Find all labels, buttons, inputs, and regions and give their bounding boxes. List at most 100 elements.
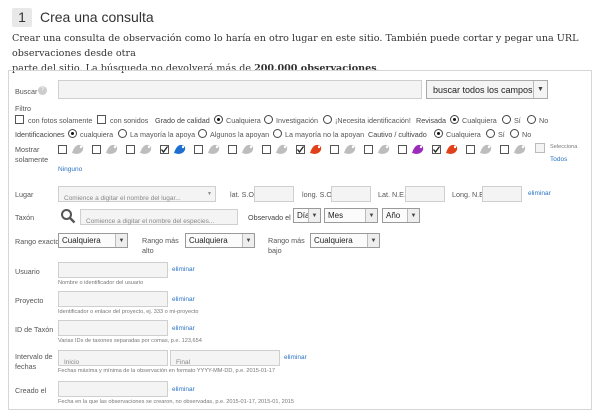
- taxon-checkbox[interactable]: [126, 145, 135, 154]
- chromista-icon[interactable]: [410, 142, 426, 156]
- long-sw-input[interactable]: [331, 186, 371, 202]
- taxon-checkbox[interactable]: [160, 145, 169, 154]
- date-start-input[interactable]: Inicio: [58, 350, 168, 366]
- bird-icon[interactable]: [138, 142, 154, 156]
- ident-most-agree-radio[interactable]: [118, 129, 127, 138]
- plant-icon[interactable]: [70, 142, 86, 156]
- reviewed-no-label: No: [539, 116, 549, 125]
- created-remove-link[interactable]: eliminar: [172, 386, 195, 393]
- fish-icon[interactable]: [308, 142, 324, 156]
- taxon-checkbox[interactable]: [194, 145, 203, 154]
- lat-ne-input[interactable]: [405, 186, 445, 202]
- ident-most-disagree-label: La mayoría no la apoyan: [285, 130, 365, 139]
- project-hint: Identificador o enlace del proyecto, ej.…: [58, 309, 199, 315]
- taxon-checkbox[interactable]: [466, 145, 475, 154]
- sounds-label: con sonidos: [110, 116, 149, 125]
- intro-line-1: Crear una consulta de observación como l…: [12, 33, 579, 59]
- lat-sw-input[interactable]: [254, 186, 294, 202]
- arachnid-icon[interactable]: [274, 142, 290, 156]
- ident-most-agree-label: La mayoría la apoya: [130, 130, 196, 139]
- amphibian-icon[interactable]: [172, 142, 188, 156]
- date-end-placeholder: Final: [176, 359, 191, 366]
- taxon-checkbox[interactable]: [398, 145, 407, 154]
- search-icon: [61, 209, 76, 224]
- day-select[interactable]: Día ▼: [293, 208, 321, 223]
- show-only-label-1: Mostrar: [15, 145, 40, 154]
- taxon-checkbox[interactable]: [58, 145, 67, 154]
- taxon-checkbox[interactable]: [228, 145, 237, 154]
- captive-yes-radio[interactable]: [486, 129, 495, 138]
- rank-exact-select[interactable]: Cualquiera ▼: [58, 233, 128, 248]
- reviewed-any-label: Cualquiera: [462, 116, 497, 125]
- place-label: Lugar: [15, 190, 34, 199]
- insect-icon[interactable]: [104, 142, 120, 156]
- year-select[interactable]: Año ▼: [382, 208, 420, 223]
- step-number: 1: [12, 8, 32, 27]
- ident-some-agree-radio[interactable]: [198, 129, 207, 138]
- quality-any-radio[interactable]: [214, 115, 223, 124]
- select-all-link[interactable]: Todos: [550, 156, 567, 163]
- user-input[interactable]: [58, 262, 168, 278]
- long-ne-label: Long. N.E.: [452, 190, 486, 199]
- project-remove-link[interactable]: eliminar: [172, 296, 195, 303]
- taxon-checkbox[interactable]: [364, 145, 373, 154]
- reviewed-yes-radio[interactable]: [502, 115, 511, 124]
- project-input[interactable]: [58, 291, 168, 307]
- captive-no-radio[interactable]: [510, 129, 519, 138]
- unknown-icon[interactable]: [512, 142, 528, 156]
- reviewed-no-radio[interactable]: [527, 115, 536, 124]
- mollusk-icon[interactable]: [342, 142, 358, 156]
- sounds-checkbox[interactable]: [97, 115, 106, 124]
- user-label: Usuario: [15, 267, 40, 276]
- user-remove-link[interactable]: eliminar: [172, 266, 195, 273]
- photos-only-checkbox[interactable]: [15, 115, 24, 124]
- quality-research-radio[interactable]: [264, 115, 273, 124]
- select-none-link[interactable]: Ninguno: [58, 166, 82, 173]
- mammal-icon[interactable]: [240, 142, 256, 156]
- ident-any-radio[interactable]: [68, 129, 77, 138]
- ident-some-agree-label: Algunos la apoyan: [210, 130, 270, 139]
- created-hint: Fecha en la que las observaciones se cre…: [58, 399, 295, 405]
- ident-most-disagree-radio[interactable]: [273, 129, 282, 138]
- animalia-icon[interactable]: [478, 142, 494, 156]
- created-input[interactable]: [58, 381, 168, 397]
- long-ne-input[interactable]: [482, 186, 522, 202]
- chevron-down-icon: ▼: [365, 209, 377, 222]
- rank-high-value: Cualquiera: [189, 236, 228, 245]
- captive-no-label: No: [522, 130, 532, 139]
- search-scope-select[interactable]: buscar todos los campos ▼: [426, 80, 548, 99]
- help-icon[interactable]: ?: [38, 86, 47, 95]
- observed-on-label: Observado el: [248, 213, 291, 222]
- place-input[interactable]: Comience a digitar el nombre del lugar..…: [58, 186, 216, 202]
- taxon-placeholder: Comience a digitar el nombre del especie…: [86, 218, 215, 225]
- rank-high-select[interactable]: Cualquiera ▼: [185, 233, 255, 248]
- place-remove-link[interactable]: eliminar: [528, 190, 551, 197]
- lat-ne-label: Lat. N.E.: [378, 190, 406, 199]
- rank-low-select[interactable]: Cualquiera ▼: [310, 233, 380, 248]
- protozoa-icon[interactable]: [376, 142, 392, 156]
- date-range-hint: Fechas máxima y mínima de la observación…: [58, 368, 276, 374]
- reptile-icon[interactable]: [206, 142, 222, 156]
- taxon-id-label: ID de Taxón: [15, 325, 54, 334]
- fungi-icon[interactable]: [444, 142, 460, 156]
- taxon-checkbox[interactable]: [296, 145, 305, 154]
- search-input[interactable]: [58, 80, 422, 99]
- date-end-input[interactable]: Final: [170, 350, 280, 366]
- taxon-checkbox[interactable]: [92, 145, 101, 154]
- month-select[interactable]: Mes ▼: [324, 208, 378, 223]
- chevron-down-icon: ▼: [207, 191, 212, 197]
- taxon-checkbox[interactable]: [432, 145, 441, 154]
- taxon-input[interactable]: Comience a digitar el nombre del especie…: [80, 209, 238, 225]
- taxon-checkbox[interactable]: [330, 145, 339, 154]
- taxon-id-remove-link[interactable]: eliminar: [172, 325, 195, 332]
- taxon-checkbox[interactable]: [262, 145, 271, 154]
- photos-only-label: con fotos solamente: [28, 116, 93, 125]
- date-range-remove-link[interactable]: eliminar: [284, 354, 307, 361]
- captive-any-radio[interactable]: [434, 129, 443, 138]
- taxon-checkbox[interactable]: [500, 145, 509, 154]
- taxon-id-input[interactable]: [58, 320, 168, 336]
- quality-needs-id-radio[interactable]: [323, 115, 332, 124]
- select-toggle[interactable]: [535, 143, 545, 153]
- reviewed-any-radio[interactable]: [450, 115, 459, 124]
- captive-any-label: Cualquiera: [446, 130, 481, 139]
